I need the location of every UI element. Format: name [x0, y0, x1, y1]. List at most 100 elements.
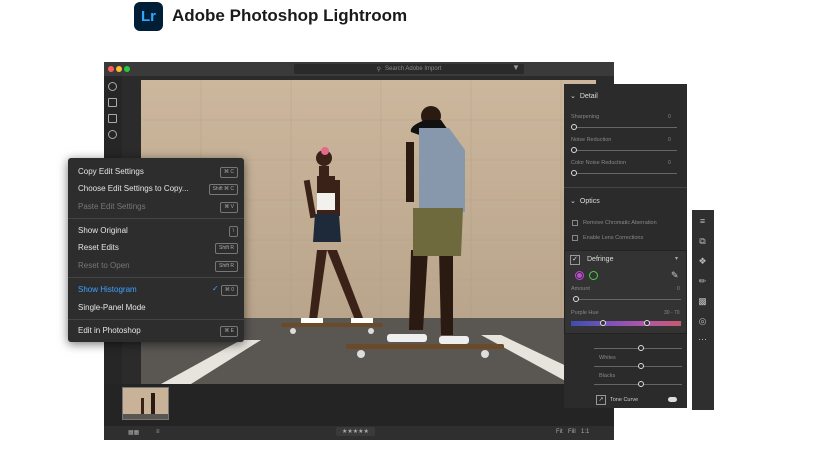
edit-sliders-icon[interactable]: ≡ — [697, 216, 708, 227]
light-slider-knob[interactable] — [638, 345, 644, 351]
shortcut-edit-in-photoshop: ⌘ E — [220, 326, 238, 337]
noise-reduction-slider[interactable] — [571, 150, 677, 151]
remove-chromatic-aberration-label: Remove Chromatic Aberration — [583, 220, 657, 226]
search-input[interactable]: ⚲ Search Adobe Import — [294, 64, 524, 74]
tone-curve-toggle[interactable] — [668, 397, 677, 402]
shortcut-show-original: \ — [228, 226, 238, 237]
menu-item-show-histogram[interactable]: Show Histogram — [78, 285, 137, 294]
context-menu: Copy Edit Settings ⌘ C Choose Edit Setti… — [68, 158, 244, 342]
add-photos-icon[interactable] — [108, 82, 117, 91]
blacks-label: Blacks — [599, 373, 616, 379]
shortcut-paste-edit-settings: ⌘ V — [220, 202, 238, 213]
gradient-icon[interactable]: ▩ — [697, 296, 708, 307]
sort-icon[interactable]: ≡ — [156, 429, 160, 435]
defringe-card: ✓ Defringe ▾ ✎ Amount 0 Purple Hue 30 - … — [564, 250, 687, 334]
tone-curve-icon[interactable]: ↗ — [596, 395, 606, 405]
more-icon[interactable]: ⋯ — [697, 334, 708, 345]
logo-text: Lr — [141, 8, 156, 25]
purple-hue-knob-high[interactable] — [644, 320, 650, 326]
library-icon[interactable] — [108, 114, 117, 123]
shortcut-show-histogram: ⌘ 0 — [220, 285, 238, 296]
shortcut-reset-to-open: Shift R — [214, 261, 238, 272]
menu-item-single-panel-mode[interactable]: Single-Panel Mode — [78, 303, 146, 312]
blacks-slider-knob[interactable] — [638, 381, 644, 387]
light-panel: Whites Blacks ↗ Tone Curve — [564, 340, 687, 408]
menu-item-reset-edits[interactable]: Reset Edits — [78, 243, 119, 252]
color-noise-reduction-slider-knob[interactable] — [571, 170, 577, 176]
green-swatch[interactable] — [589, 271, 598, 280]
menu-item-copy-edit-settings[interactable]: Copy Edit Settings — [78, 167, 144, 176]
noise-reduction-value: 0 — [668, 137, 671, 143]
shortcut-choose-edit-settings: Shift ⌘ C — [208, 184, 238, 195]
color-noise-reduction-label: Color Noise Reduction — [571, 160, 627, 166]
amount-value: 0 — [677, 286, 680, 292]
zoom-window-button[interactable] — [124, 66, 130, 72]
tool-strip: ≡ ⧉ ❖ ✏ ▩ ◎ ⋯ — [692, 210, 714, 410]
purple-hue-slider[interactable] — [571, 321, 681, 326]
brush-icon[interactable]: ✏ — [697, 276, 708, 287]
detail-section-header[interactable]: ⌄ Detail — [570, 92, 598, 101]
menu-separator — [68, 277, 244, 278]
filmstrip-thumbnail[interactable] — [122, 387, 169, 420]
menu-item-show-original[interactable]: Show Original — [78, 226, 128, 235]
enable-lens-corrections-label: Enable Lens Corrections — [583, 235, 644, 241]
page-title: Adobe Photoshop Lightroom — [172, 6, 408, 25]
detail-title: Detail — [579, 92, 598, 100]
shortcut-reset-edits: Shift R — [214, 243, 238, 254]
menu-separator — [68, 319, 244, 320]
home-icon[interactable] — [108, 98, 117, 107]
whites-slider-knob[interactable] — [638, 363, 644, 369]
close-window-button[interactable] — [108, 66, 114, 72]
amount-label: Amount — [571, 286, 590, 292]
color-noise-reduction-value: 0 — [668, 160, 671, 166]
bottom-toolbar: ▦▦ ≡ ★★★★★ Fit Fill 1:1 — [104, 426, 614, 440]
fit-button[interactable]: Fit — [556, 429, 563, 435]
ratio-button[interactable]: 1:1 — [581, 429, 589, 435]
lightroom-logo: Lr — [134, 2, 163, 31]
purple-swatch[interactable] — [575, 271, 584, 280]
section-divider — [564, 187, 687, 188]
grid-icon[interactable]: ▦▦ — [128, 429, 139, 436]
defringe-title: Defringe — [587, 256, 614, 263]
remove-chromatic-aberration-checkbox[interactable] — [572, 220, 578, 226]
eyedropper-icon[interactable]: ✎ — [671, 270, 679, 281]
menu-separator — [68, 218, 244, 219]
menu-item-reset-to-open[interactable]: Reset to Open — [78, 261, 130, 270]
enable-lens-corrections-checkbox[interactable] — [572, 235, 578, 241]
star-rating[interactable]: ★★★★★ — [336, 427, 375, 436]
title-bar: ⚲ Search Adobe Import ▼ — [104, 62, 614, 76]
chevron-down-icon: ⌄ — [570, 93, 576, 100]
color-noise-reduction-slider[interactable] — [571, 173, 677, 174]
minimize-window-button[interactable] — [116, 66, 122, 72]
search-icon: ⚲ — [376, 66, 382, 73]
crop-icon[interactable]: ⧉ — [697, 236, 708, 247]
menu-item-choose-edit-settings[interactable]: Choose Edit Settings to Copy... — [78, 184, 189, 193]
chevron-down-icon: ⌄ — [570, 198, 576, 205]
shortcut-copy-edit-settings: ⌘ C — [220, 167, 238, 178]
tone-curve-label: Tone Curve — [610, 397, 639, 403]
checkmark-icon: ✓ — [212, 284, 219, 293]
purple-hue-value: 30 - 70 — [664, 310, 680, 316]
amount-slider-knob[interactable] — [573, 296, 579, 302]
filmstrip — [104, 384, 614, 428]
amount-slider[interactable] — [573, 299, 681, 300]
thumbnail-image — [123, 388, 168, 419]
sharpening-slider-knob[interactable] — [571, 124, 577, 130]
sharpening-label: Sharpening — [571, 114, 600, 120]
radial-icon[interactable]: ◎ — [697, 316, 708, 327]
menu-item-paste-edit-settings[interactable]: Paste Edit Settings — [78, 202, 146, 211]
purple-hue-knob-low[interactable] — [600, 320, 606, 326]
people-icon[interactable] — [108, 130, 117, 139]
fill-button[interactable]: Fill — [568, 429, 576, 435]
optics-section-header[interactable]: ⌄ Optics — [570, 197, 600, 206]
search-placeholder: Search Adobe Import — [385, 66, 442, 72]
purple-hue-label: Purple Hue — [571, 310, 599, 316]
chevron-down-icon[interactable]: ▾ — [675, 255, 678, 262]
filter-icon[interactable]: ▼ — [512, 63, 520, 72]
menu-item-edit-in-photoshop[interactable]: Edit in Photoshop — [78, 326, 141, 335]
eyedropper-tool-icon[interactable]: ✓ — [570, 255, 580, 265]
sharpening-slider[interactable] — [571, 127, 677, 128]
noise-reduction-slider-knob[interactable] — [571, 147, 577, 153]
healing-icon[interactable]: ❖ — [697, 256, 708, 267]
noise-reduction-label: Noise Reduction — [571, 137, 612, 143]
